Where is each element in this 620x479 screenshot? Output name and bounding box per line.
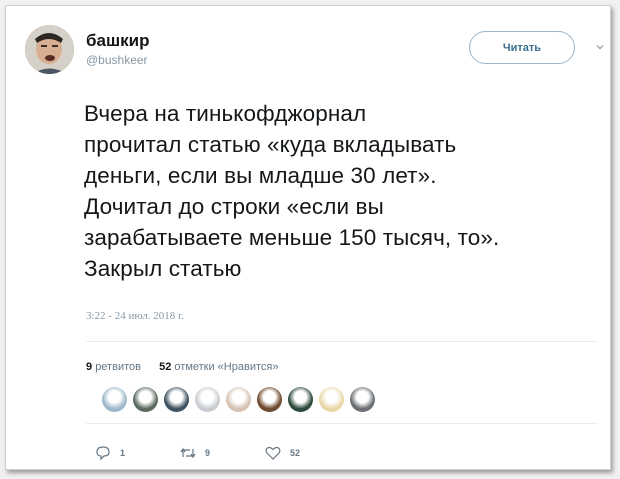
retweets-stat[interactable]: 9 ретвитов (86, 361, 141, 373)
tweet-text: Вчера на тинькофджорнал прочитал статью … (84, 98, 604, 284)
likes-stat[interactable]: 52 отметки «Нравится» (159, 361, 278, 373)
liker-avatar[interactable] (226, 387, 251, 412)
retweets-count: 9 (86, 361, 93, 373)
retweets-label: ретвитов (95, 361, 141, 373)
liker-avatar[interactable] (195, 387, 220, 412)
tweet-line: Закрыл статью (84, 256, 242, 281)
like-count: 52 (290, 448, 301, 458)
liker-avatar[interactable] (257, 387, 282, 412)
retweet-icon (180, 447, 196, 459)
tweet-line: Вчера на тинькофджорнал (84, 101, 367, 126)
tweet-card: башкир @bushkeer Читать Вчера на тинькоф… (5, 5, 611, 470)
tweet-actions: 1 9 52 (94, 445, 354, 461)
reply-count: 1 (120, 448, 126, 458)
likes-count: 52 (159, 361, 172, 373)
tweet-line: прочитал статью «куда вкладывать (84, 132, 457, 157)
retweet-count: 9 (205, 448, 211, 458)
heart-icon (265, 446, 281, 460)
liker-avatar[interactable] (350, 387, 375, 412)
engagement-stats: 9 ретвитов 52 отметки «Нравится» (86, 361, 278, 373)
tweet-line: Дочитал до строки «если вы (84, 194, 384, 219)
liker-avatar[interactable] (164, 387, 189, 412)
divider (86, 341, 598, 342)
like-action[interactable]: 52 (264, 445, 300, 461)
tweet-timestamp[interactable]: 3:22 - 24 июл. 2018 г. (86, 310, 184, 322)
liker-avatar[interactable] (319, 387, 344, 412)
liker-avatar[interactable] (102, 387, 127, 412)
retweet-action[interactable]: 9 (179, 445, 210, 461)
likes-label: отметки «Нравится» (174, 361, 279, 373)
tweet-line: деньги, если вы младше 30 лет». (84, 163, 437, 188)
tweet-line: зарабатываете меньше 150 тысяч, то». (84, 225, 500, 250)
follow-button[interactable]: Читать (469, 31, 575, 64)
liker-avatar[interactable] (288, 387, 313, 412)
reply-icon (96, 446, 110, 461)
chevron-down-icon[interactable] (596, 43, 604, 51)
liker-avatar[interactable] (133, 387, 158, 412)
display-name[interactable]: башкир (86, 31, 149, 51)
divider (86, 423, 598, 424)
profile-avatar[interactable] (25, 25, 74, 74)
reply-action[interactable]: 1 (94, 445, 125, 461)
user-handle[interactable]: @bushkeer (86, 53, 148, 67)
liker-avatars (102, 387, 375, 412)
